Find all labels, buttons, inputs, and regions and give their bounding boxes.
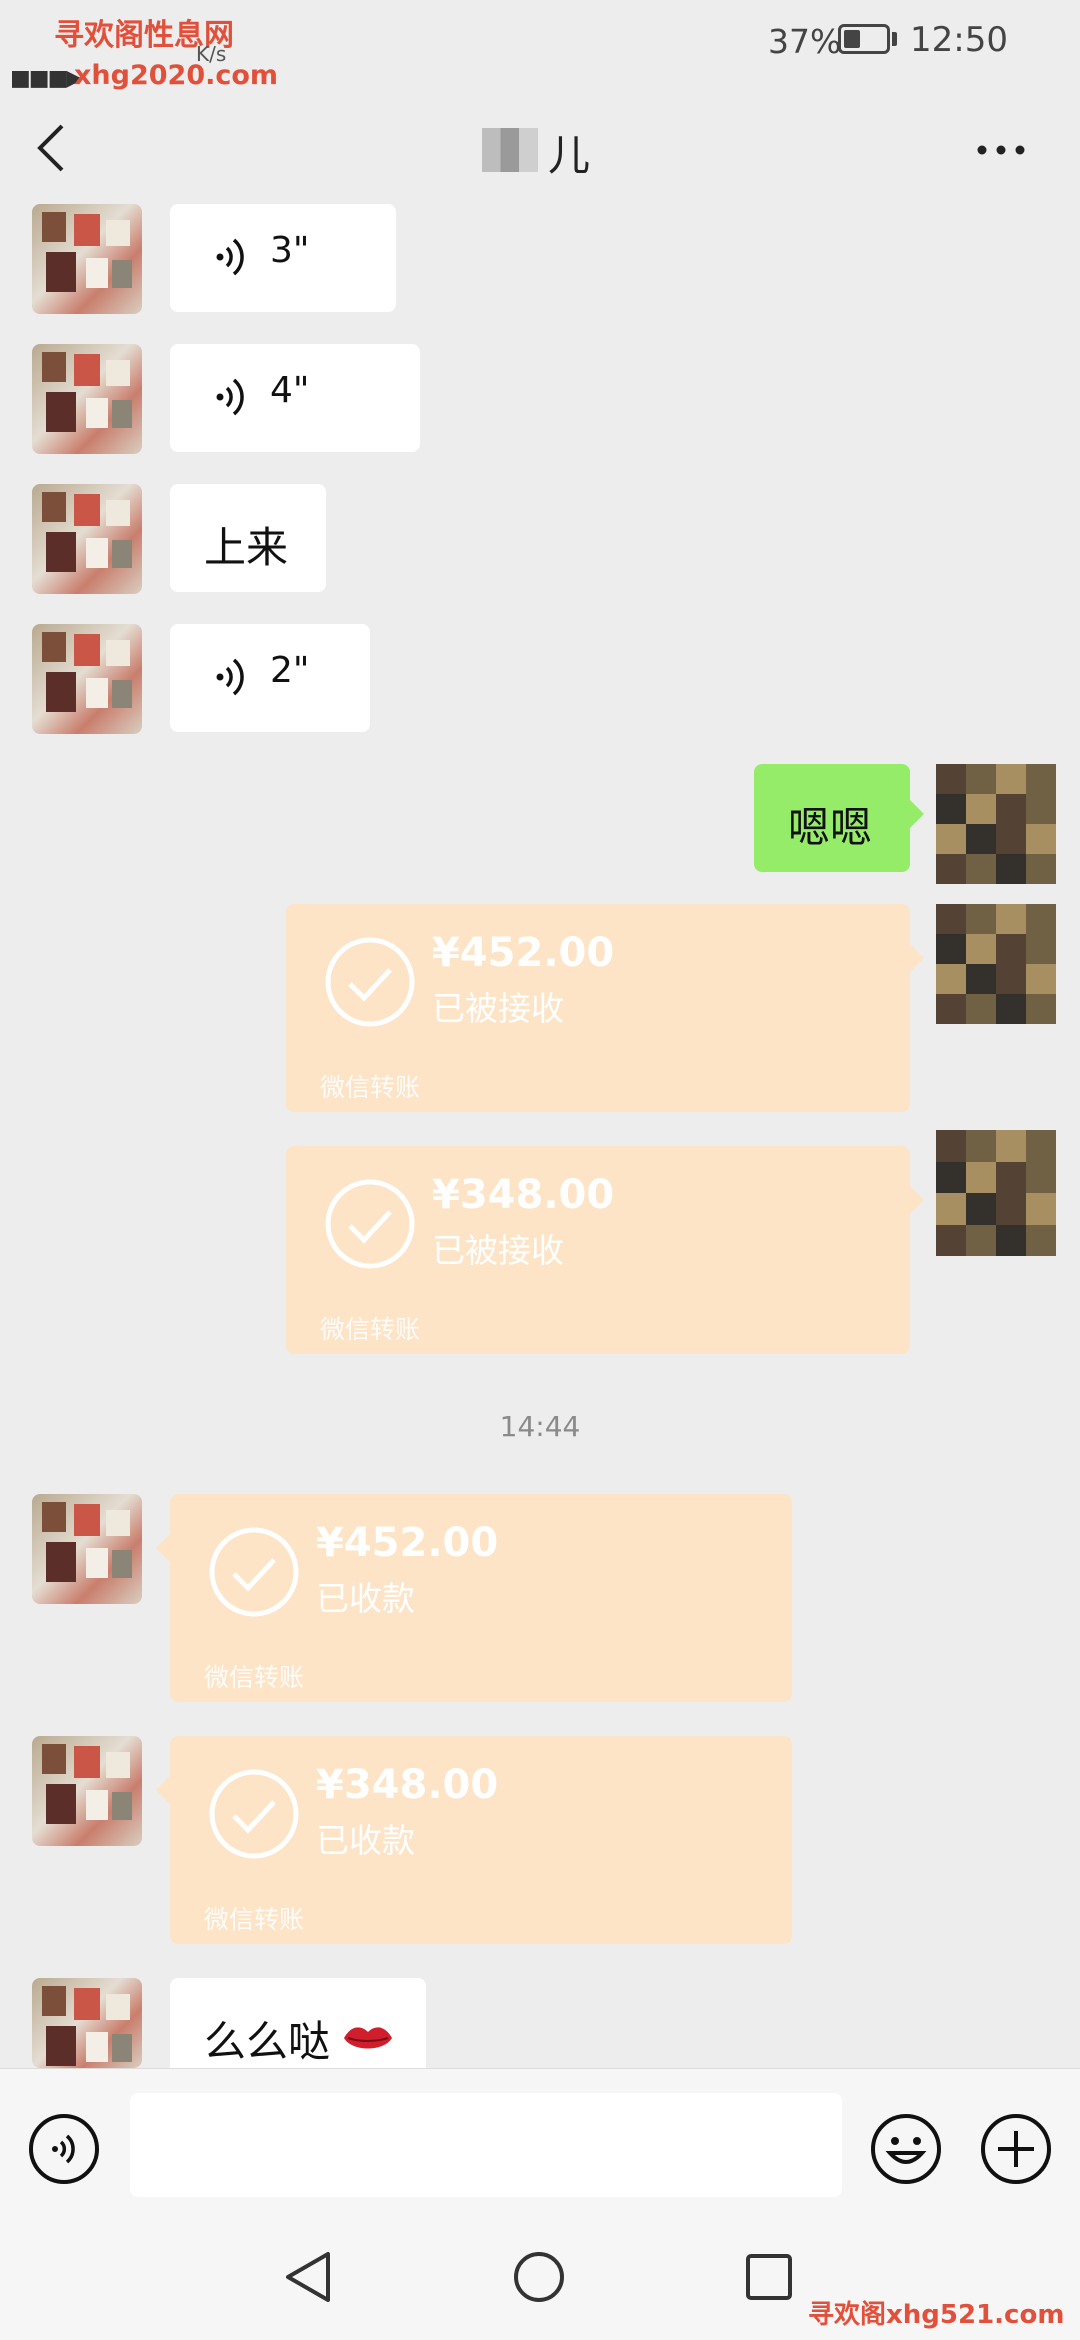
transfer-status: 已被接收: [432, 1231, 564, 1270]
home-circle-icon[interactable]: [512, 2250, 566, 2304]
transfer-card[interactable]: ¥452.00 已被接收 微信转账: [286, 904, 924, 1112]
voice-duration: 4": [270, 370, 310, 411]
recents-square-icon[interactable]: [744, 2252, 794, 2302]
transfer-status: 已被接收: [432, 989, 564, 1028]
transfer-amount: ¥452.00: [432, 930, 615, 976]
network-speed: K/s: [196, 42, 227, 66]
contact-avatar[interactable]: [32, 1736, 142, 1846]
input-bar: [0, 2068, 1080, 2201]
message-input[interactable]: [130, 2093, 842, 2197]
chat-header: 儿: [0, 84, 1080, 212]
contact-avatar[interactable]: [32, 344, 142, 454]
transfer-card[interactable]: ¥452.00 已收款 微信转账: [156, 1494, 792, 1702]
contact-avatar[interactable]: [32, 1978, 142, 2068]
transfer-label: 微信转账: [320, 1073, 421, 1102]
text-message[interactable]: 么么哒: [170, 1978, 426, 2068]
plus-icon[interactable]: [980, 2113, 1052, 2185]
message-text: 上来: [204, 523, 289, 572]
transfer-label: 微信转账: [320, 1315, 421, 1344]
message-text: 嗯嗯: [788, 803, 873, 852]
more-dots-icon[interactable]: [976, 144, 1026, 156]
transfer-amount: ¥452.00: [316, 1520, 499, 1566]
voice-wave-icon: [216, 238, 244, 276]
voice-duration: 3": [270, 230, 310, 271]
voice-wave-icon: [216, 658, 244, 696]
transfer-status: 已收款: [316, 1821, 415, 1860]
chat-title: 儿: [548, 131, 591, 180]
voice-mode-icon[interactable]: [28, 2113, 100, 2185]
name-blur: [482, 128, 538, 172]
check-circle-icon: [209, 1527, 299, 1617]
text-message[interactable]: 上来: [170, 484, 326, 592]
voice-message[interactable]: 3": [170, 204, 396, 312]
contact-avatar[interactable]: [32, 1494, 142, 1604]
clock: 12:50: [910, 20, 1008, 60]
check-circle-icon: [325, 937, 415, 1027]
contact-avatar[interactable]: [32, 624, 142, 734]
battery-percent: 37%: [768, 22, 842, 61]
emoji-icon[interactable]: [870, 2113, 942, 2185]
contact-avatar[interactable]: [32, 204, 142, 314]
self-avatar-blurred[interactable]: [936, 764, 1056, 884]
transfer-card[interactable]: ¥348.00 已被接收 微信转账: [286, 1146, 924, 1354]
self-avatar-blurred[interactable]: [936, 904, 1056, 1024]
transfer-amount: ¥348.00: [316, 1762, 499, 1808]
voice-duration: 2": [270, 650, 310, 691]
contact-avatar[interactable]: [32, 484, 142, 594]
transfer-status: 已收款: [316, 1579, 415, 1618]
check-circle-icon: [209, 1769, 299, 1859]
back-triangle-icon[interactable]: [284, 2250, 334, 2304]
transfer-amount: ¥348.00: [432, 1172, 615, 1218]
transfer-label: 微信转账: [204, 1663, 305, 1692]
chevron-left-icon[interactable]: [32, 120, 72, 176]
self-avatar-blurred[interactable]: [936, 1130, 1056, 1256]
message-text: 么么哒: [204, 2017, 331, 2066]
voice-wave-icon: [216, 378, 244, 416]
battery-tip: [892, 32, 897, 46]
check-circle-icon: [325, 1179, 415, 1269]
time-separator: 14:44: [499, 1410, 581, 1443]
status-bar: 寻欢阁性息网 ■■■▶ xhg2020.com K/s 37% 12:50: [0, 0, 1080, 91]
battery-level-fill: [844, 30, 860, 48]
sent-text-message[interactable]: 嗯嗯: [754, 764, 924, 872]
voice-message[interactable]: 4": [170, 344, 420, 452]
transfer-label: 微信转账: [204, 1905, 305, 1934]
voice-message[interactable]: 2": [170, 624, 370, 732]
transfer-card[interactable]: ¥348.00 已收款 微信转账: [156, 1736, 792, 1944]
lips-icon: [344, 2027, 392, 2049]
watermark-bottom: 寻欢阁xhg521.com: [808, 2300, 1065, 2330]
